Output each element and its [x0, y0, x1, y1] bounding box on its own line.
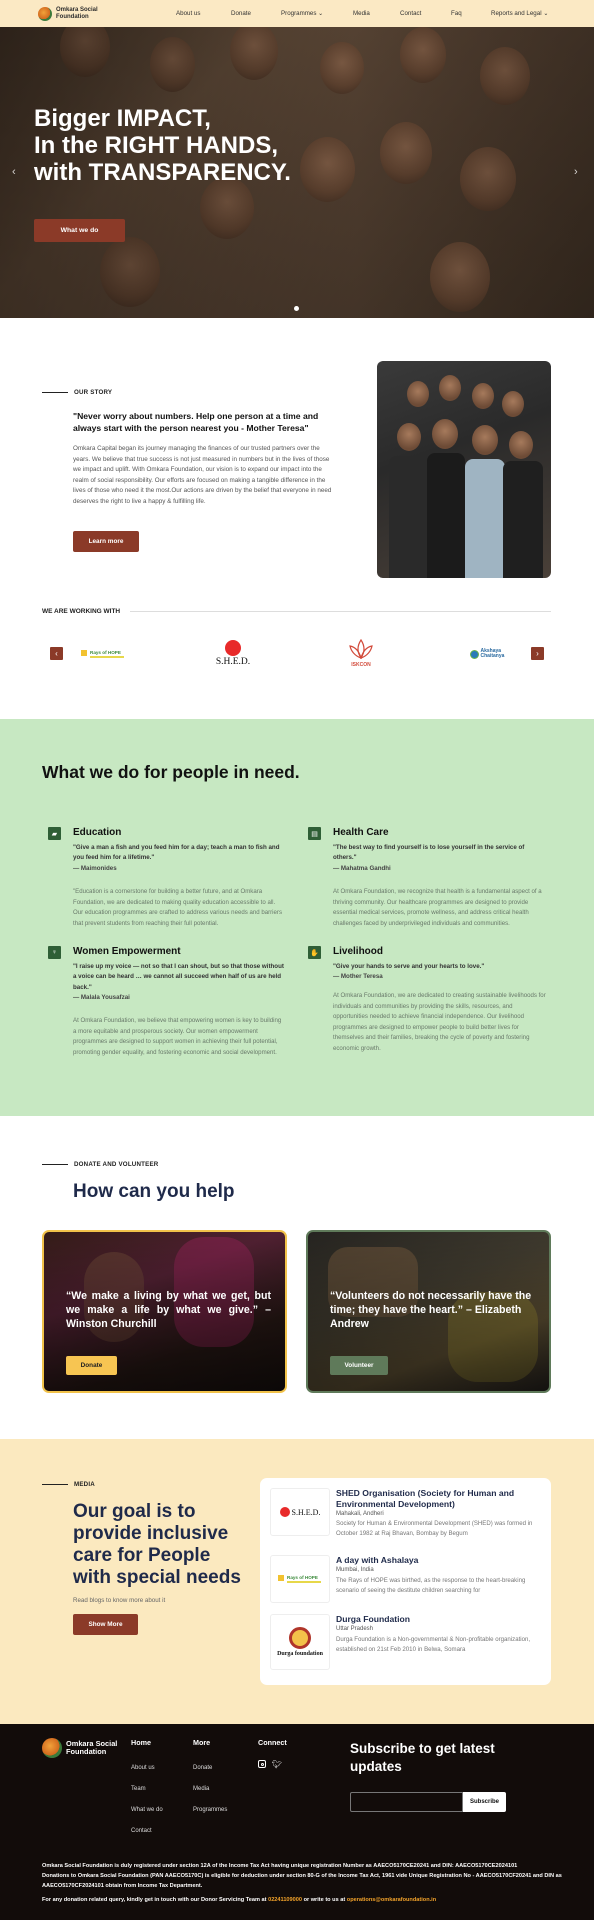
book-icon: ▰	[48, 827, 61, 840]
story-body: Omkara Capital began its journey managin…	[73, 445, 332, 505]
footer-link-contact[interactable]: Contact	[131, 1828, 152, 1834]
story-eyebrow: OUR STORY	[42, 389, 112, 396]
post-excerpt: Durga Foundation is a Non-governmental &…	[336, 1636, 531, 1653]
top-navbar: Omkara Social Foundation About us Donate…	[0, 0, 594, 27]
logo-icon	[42, 1738, 62, 1758]
footer-link-about-us[interactable]: About us	[131, 1765, 155, 1771]
footer-link-programmes[interactable]: Programmes	[193, 1807, 227, 1813]
post-thumbnail: S.H.E.D.	[270, 1488, 330, 1536]
story-photo	[377, 361, 551, 578]
partner-logo-shed[interactable]: S.H.E.D.	[210, 636, 256, 670]
what-we-do-title: What we do for people in need.	[42, 762, 300, 782]
footer-col-more: More Donate Media Programmes	[193, 1738, 228, 1813]
footer-link-media[interactable]: Media	[193, 1786, 209, 1792]
footer-link-team[interactable]: Team	[131, 1786, 146, 1792]
learn-more-button[interactable]: Learn more	[73, 531, 139, 552]
durga-logo-icon	[289, 1627, 311, 1649]
volunteer-quote: “Volunteers do not necessarily have the …	[330, 1290, 532, 1330]
chevron-left-icon[interactable]: ‹	[12, 166, 16, 178]
chevron-down-icon: ⌄	[543, 10, 549, 17]
post-thumbnail: Durga foundation	[270, 1614, 330, 1670]
legal-text: Omkara Social Foundation is duly registe…	[42, 1863, 562, 1890]
post-title: A day with Ashalaya	[336, 1555, 419, 1565]
lotus-icon	[349, 638, 373, 660]
svg-text:Rays of HOPE: Rays of HOPE	[90, 650, 121, 655]
help-title: How can you help	[73, 1181, 235, 1202]
footer-link-what-we-do[interactable]: What we do	[131, 1807, 163, 1813]
media-title: Our goal is to provide inclusive care fo…	[73, 1501, 241, 1588]
media-subtitle: Read blogs to know more about it	[73, 1597, 166, 1604]
subscribe-email-input[interactable]	[350, 1792, 463, 1812]
twitter-icon[interactable]: 🐦︎	[272, 1760, 282, 1769]
hero-headline: Bigger IMPACT, In the RIGHT HANDS, with …	[34, 105, 291, 186]
hand-icon: ✋	[308, 946, 321, 959]
media-posts-panel: S.H.E.D. SHED Organisation (Society for …	[260, 1478, 551, 1685]
post-excerpt: Society for Human & Environmental Develo…	[336, 1520, 533, 1537]
site-logo[interactable]: Omkara Social Foundation	[38, 6, 116, 21]
nav-item-contact[interactable]: Contact	[400, 10, 421, 17]
post-location: Mahakali, Andheri	[336, 1511, 384, 1517]
media-post[interactable]: S.H.E.D. SHED Organisation (Society for …	[270, 1488, 545, 1548]
chevron-right-icon: ›	[536, 649, 539, 658]
logo-text: Omkara Social Foundation	[56, 7, 98, 20]
partners-next-button[interactable]: ›	[531, 647, 544, 660]
story-quote: "Never worry about numbers. Help one per…	[73, 411, 319, 433]
media-eyebrow: MEDIA	[42, 1481, 95, 1488]
volunteer-card: “Volunteers do not necessarily have the …	[306, 1230, 551, 1393]
logo-icon	[38, 6, 52, 21]
donate-card: “We make a living by what we get, but we…	[42, 1230, 287, 1393]
post-location: Uttar Pradesh	[336, 1626, 374, 1632]
globe-icon	[469, 649, 479, 659]
post-title: Durga Foundation	[336, 1614, 410, 1624]
nav-item-programmes[interactable]: Programmes ⌄	[281, 10, 323, 17]
post-title: SHED Organisation (Society for Human and…	[336, 1488, 515, 1509]
chevron-left-icon: ‹	[55, 649, 58, 658]
nav-item-reports-and-legal[interactable]: Reports and Legal ⌄	[491, 10, 549, 17]
subscribe-title: Subscribe to get latest updates	[350, 1741, 495, 1774]
donate-quote: “We make a living by what we get, but we…	[66, 1290, 271, 1330]
nav-item-media[interactable]: Media	[353, 10, 370, 17]
hero-carousel: Bigger IMPACT, In the RIGHT HANDS, with …	[0, 27, 594, 318]
partner-logo-akshaya-chaitanya[interactable]: Akshaya Chaitanya	[468, 644, 514, 664]
nav-item-faq[interactable]: Faq	[451, 10, 462, 17]
partner-logo-iskcon[interactable]: ISKCON	[340, 634, 382, 672]
nav-item-donate[interactable]: Donate	[231, 10, 251, 17]
footer-logo[interactable]: Omkara Social Foundation	[42, 1738, 126, 1758]
medical-kit-icon: ▤	[308, 827, 321, 840]
partners-prev-button[interactable]: ‹	[50, 647, 63, 660]
donate-button[interactable]: Donate	[66, 1356, 117, 1375]
media-post[interactable]: Rays of HOPE A day with Ashalaya Mumbai,…	[270, 1555, 545, 1610]
shed-logo-circle	[225, 639, 241, 656]
post-thumbnail: Rays of HOPE	[270, 1555, 330, 1603]
subscribe-button[interactable]: Subscribe	[463, 1792, 506, 1812]
footer-col-connect: Connect 🐦︎	[258, 1738, 287, 1769]
volunteer-button[interactable]: Volunteer	[330, 1356, 388, 1375]
show-more-button[interactable]: Show More	[73, 1614, 138, 1635]
svg-text:Rays of HOPE: Rays of HOPE	[287, 1575, 318, 1580]
carousel-dot[interactable]	[294, 306, 299, 311]
chevron-down-icon: ⌄	[318, 10, 324, 17]
chevron-right-icon[interactable]: ›	[574, 166, 578, 178]
help-eyebrow: DONATE AND VOLUNTEER	[42, 1161, 158, 1168]
footer-col-home: Home About us Team What we do Contact	[131, 1738, 163, 1834]
contact-line: For any donation related query, kindly g…	[42, 1897, 437, 1903]
partner-logo-rays-of-hope[interactable]: Rays of HOPE	[80, 643, 126, 664]
media-post[interactable]: Durga foundation Durga Foundation Uttar …	[270, 1614, 545, 1674]
instagram-icon[interactable]	[258, 1760, 266, 1768]
what-we-do-button[interactable]: What we do	[34, 219, 125, 242]
post-location: Mumbai, India	[336, 1567, 374, 1573]
partners-heading: WE ARE WORKING WITH	[42, 608, 121, 615]
phone-link[interactable]: 02241109000	[268, 1897, 302, 1903]
post-excerpt: The Rays of HOPE was birthed, as the res…	[336, 1577, 526, 1594]
nav-item-about-us[interactable]: About us	[176, 10, 200, 17]
email-link[interactable]: operations@omkarafoundation.in	[347, 1897, 436, 1903]
footer-link-donate[interactable]: Donate	[193, 1765, 212, 1771]
what-we-do-section: What we do for people in need. ▰ Educati…	[0, 719, 594, 1116]
woman-icon: ♀	[48, 946, 61, 959]
